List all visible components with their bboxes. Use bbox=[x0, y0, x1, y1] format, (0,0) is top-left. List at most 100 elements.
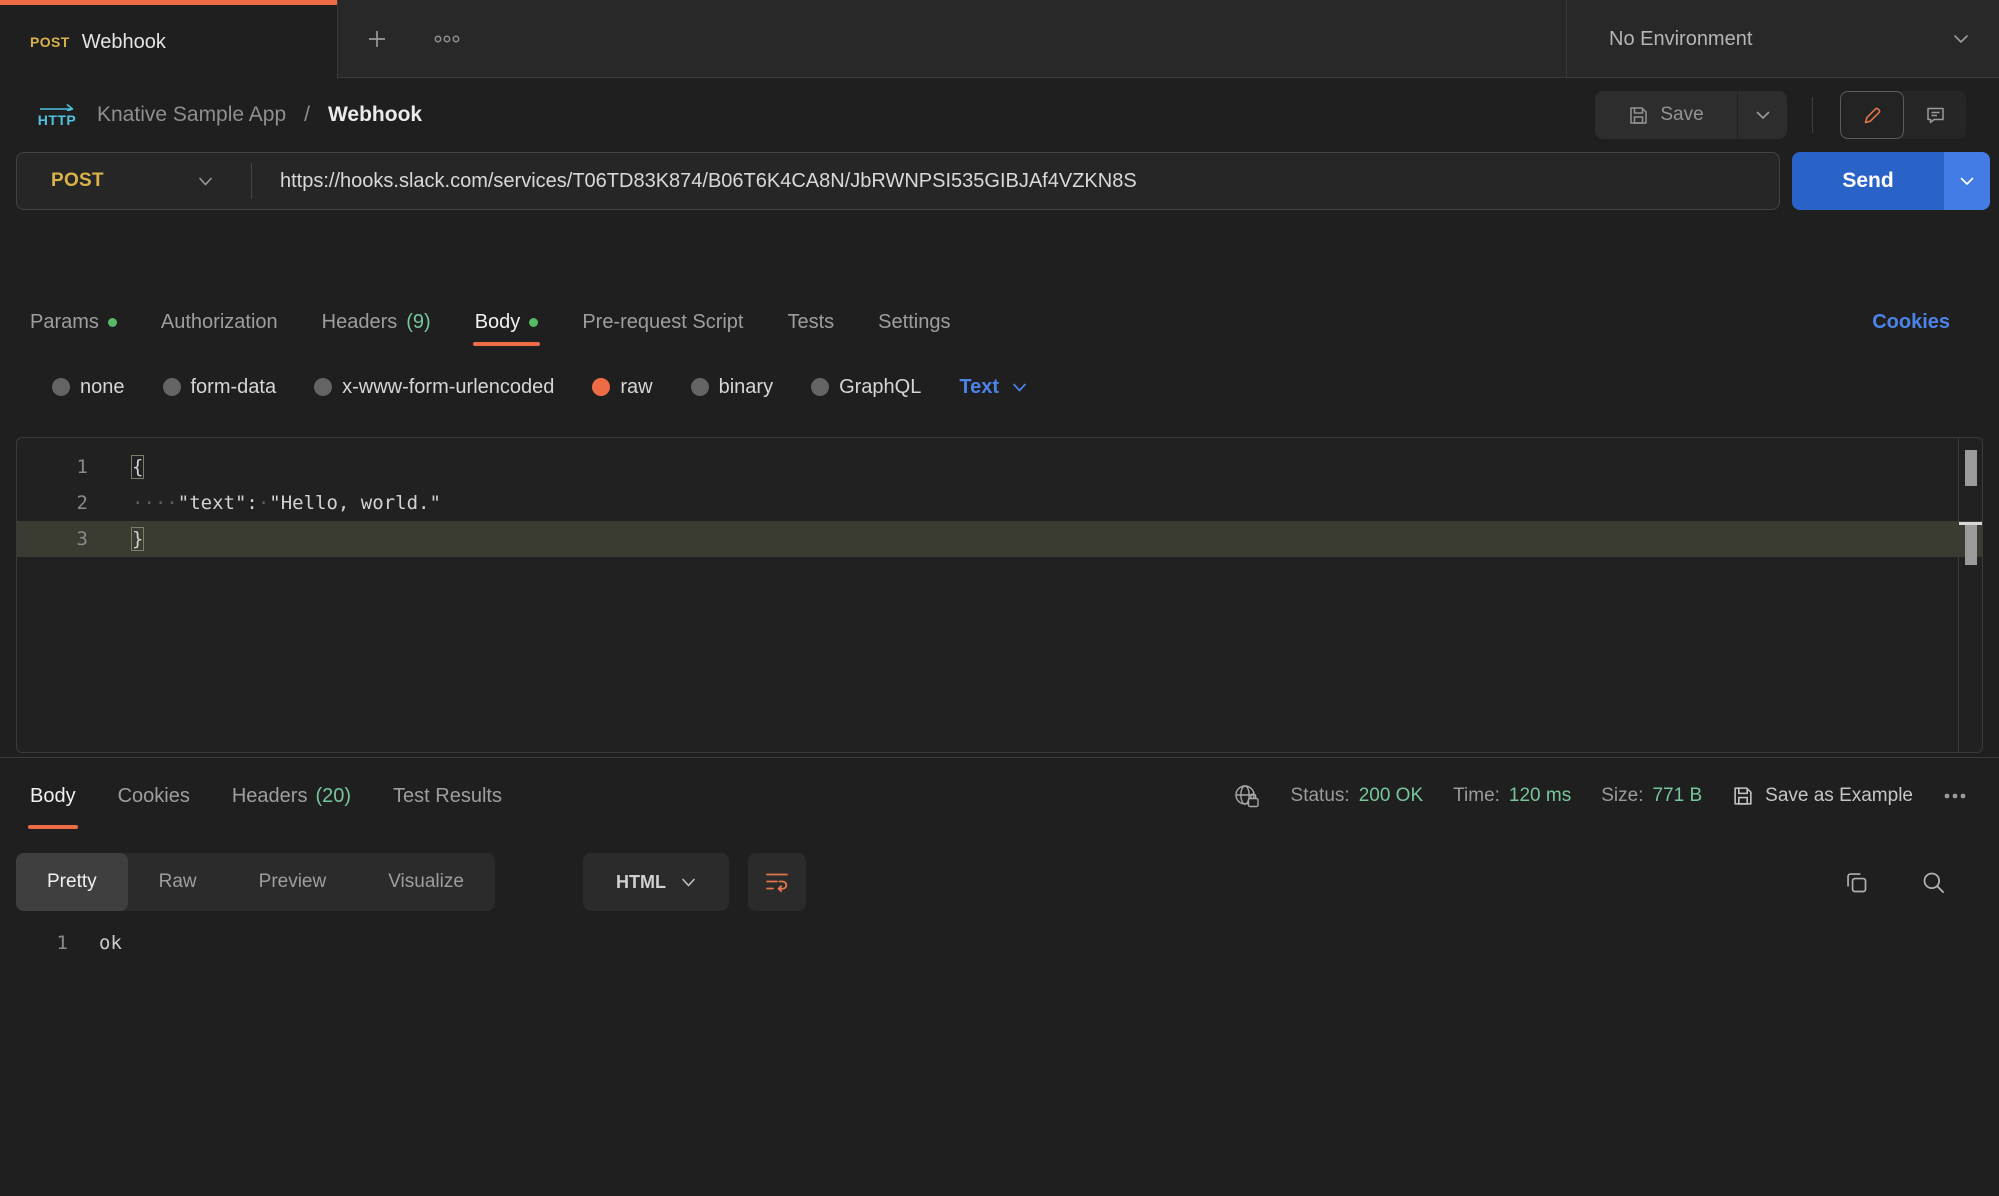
copy-icon bbox=[1843, 869, 1870, 896]
save-button[interactable]: Save bbox=[1595, 91, 1737, 139]
view-visualize[interactable]: Visualize bbox=[357, 853, 495, 911]
tab-options-button[interactable] bbox=[430, 0, 464, 78]
breadcrumb-request[interactable]: Webhook bbox=[328, 103, 422, 127]
response-line: 1 ok bbox=[0, 925, 1999, 961]
radio-icon bbox=[314, 378, 332, 396]
save-as-example-button[interactable]: Save as Example bbox=[1732, 785, 1913, 807]
more-options-icon bbox=[433, 34, 461, 44]
tab-settings[interactable]: Settings bbox=[878, 299, 950, 346]
response-divider[interactable] bbox=[0, 757, 1999, 758]
edit-description-button[interactable] bbox=[1840, 91, 1904, 139]
headers-count: (9) bbox=[406, 311, 430, 334]
editor-scrollbar[interactable] bbox=[1958, 438, 1982, 752]
tab-pre-request-script[interactable]: Pre-request Script bbox=[582, 299, 743, 346]
chevron-down-icon bbox=[1953, 34, 1969, 44]
tab-body[interactable]: Body bbox=[475, 299, 539, 346]
editor-line-current: 3 } bbox=[17, 521, 1982, 557]
cookies-link[interactable]: Cookies bbox=[1872, 299, 1950, 346]
tab-label: Params bbox=[30, 311, 99, 334]
chevron-down-icon bbox=[681, 878, 696, 887]
network-globe-lock-icon[interactable] bbox=[1233, 783, 1261, 809]
radio-none[interactable]: none bbox=[52, 376, 125, 399]
url-input[interactable]: https://hooks.slack.com/services/T06TD83… bbox=[280, 170, 1137, 193]
language-label: Text bbox=[959, 376, 999, 399]
save-as-example-label: Save as Example bbox=[1765, 785, 1913, 807]
response-tabs: Body Cookies Headers (20) Test Results bbox=[30, 762, 502, 830]
tab-authorization[interactable]: Authorization bbox=[161, 299, 278, 346]
method-selector[interactable]: POST bbox=[17, 153, 251, 209]
pencil-icon bbox=[1862, 105, 1883, 126]
tab-label: Body bbox=[30, 785, 76, 808]
close-brace: } bbox=[132, 528, 143, 550]
response-options-button[interactable] bbox=[1943, 792, 1967, 800]
search-response-button[interactable] bbox=[1920, 853, 1947, 911]
editor-line: 2 ····"text":·"Hello, world." bbox=[17, 485, 1982, 521]
radio-icon-selected bbox=[592, 378, 610, 396]
tab-tests[interactable]: Tests bbox=[787, 299, 834, 346]
radio-label: raw bbox=[620, 376, 652, 399]
response-tab-headers[interactable]: Headers (20) bbox=[232, 762, 351, 830]
line-number: 1 bbox=[17, 449, 88, 485]
tab-strip: POST Webhook No Environment bbox=[0, 0, 1999, 78]
radio-form-data[interactable]: form-data bbox=[163, 376, 277, 399]
view-pretty[interactable]: Pretty bbox=[16, 853, 128, 911]
chevron-down-icon bbox=[1960, 177, 1974, 186]
json-key: "text": bbox=[178, 492, 258, 514]
radio-icon bbox=[691, 378, 709, 396]
radio-icon bbox=[52, 378, 70, 396]
wrap-text-icon bbox=[765, 871, 789, 893]
environment-selector[interactable]: No Environment bbox=[1567, 0, 1999, 78]
radio-label: none bbox=[80, 376, 125, 399]
scrollbar-mark bbox=[1965, 450, 1977, 486]
request-tabs: Params Authorization Headers (9) Body Pr… bbox=[0, 299, 1999, 346]
chevron-down-icon bbox=[198, 177, 213, 186]
response-tab-cookies[interactable]: Cookies bbox=[118, 762, 190, 830]
tab-headers[interactable]: Headers (9) bbox=[322, 299, 431, 346]
breadcrumb-separator: / bbox=[304, 103, 310, 127]
send-options-button[interactable] bbox=[1944, 152, 1990, 210]
response-tab-body[interactable]: Body bbox=[30, 762, 76, 830]
headers-count: (20) bbox=[315, 785, 351, 808]
time-badge: Time: 120 ms bbox=[1453, 785, 1571, 807]
tab-label: Test Results bbox=[393, 785, 502, 808]
copy-response-button[interactable] bbox=[1843, 853, 1870, 911]
request-body-editor[interactable]: 1 { 2 ····"text":·"Hello, world." 3 } bbox=[16, 437, 1983, 753]
request-header: HTTP Knative Sample App / Webhook Save bbox=[0, 79, 1999, 151]
view-raw[interactable]: Raw bbox=[128, 853, 228, 911]
view-mode-switcher: Pretty Raw Preview Visualize bbox=[16, 853, 495, 911]
send-button[interactable]: Send bbox=[1792, 152, 1944, 210]
view-preview[interactable]: Preview bbox=[228, 853, 358, 911]
whitespace-dot: · bbox=[258, 492, 269, 514]
response-format-selector[interactable]: HTML bbox=[583, 853, 729, 911]
http-request-icon: HTTP bbox=[35, 102, 79, 128]
json-value: "Hello, world." bbox=[269, 492, 441, 514]
request-tab-webhook[interactable]: POST Webhook bbox=[0, 0, 338, 79]
save-options-button[interactable] bbox=[1737, 91, 1787, 139]
wrap-lines-button[interactable] bbox=[748, 853, 806, 911]
tab-method-badge: POST bbox=[30, 34, 70, 50]
radio-binary[interactable]: binary bbox=[691, 376, 773, 399]
raw-language-selector[interactable]: Text bbox=[959, 376, 1027, 399]
editor-line: 1 { bbox=[17, 449, 1982, 485]
radio-graphql[interactable]: GraphQL bbox=[811, 376, 921, 399]
response-meta: Status: 200 OK Time: 120 ms Size: 771 B bbox=[1233, 762, 1999, 830]
radio-x-www-form-urlencoded[interactable]: x-www-form-urlencoded bbox=[314, 376, 554, 399]
line-number: 3 bbox=[17, 521, 88, 557]
radio-raw[interactable]: raw bbox=[592, 376, 652, 399]
comments-button[interactable] bbox=[1904, 91, 1966, 139]
divider bbox=[251, 163, 252, 199]
radio-label: GraphQL bbox=[839, 376, 921, 399]
search-icon bbox=[1920, 869, 1947, 896]
comment-icon bbox=[1925, 105, 1946, 126]
response-text: ok bbox=[68, 925, 122, 961]
line-number: 2 bbox=[17, 485, 88, 521]
tab-params[interactable]: Params bbox=[30, 299, 117, 346]
response-tab-test-results[interactable]: Test Results bbox=[393, 762, 502, 830]
breadcrumb-collection[interactable]: Knative Sample App bbox=[97, 103, 286, 127]
documentation-button-group bbox=[1840, 91, 1966, 139]
tab-label: Pre-request Script bbox=[582, 311, 743, 334]
radio-icon bbox=[811, 378, 829, 396]
status-badge: Status: 200 OK bbox=[1291, 785, 1424, 807]
send-button-label: Send bbox=[1842, 169, 1893, 193]
new-tab-button[interactable] bbox=[360, 0, 394, 78]
